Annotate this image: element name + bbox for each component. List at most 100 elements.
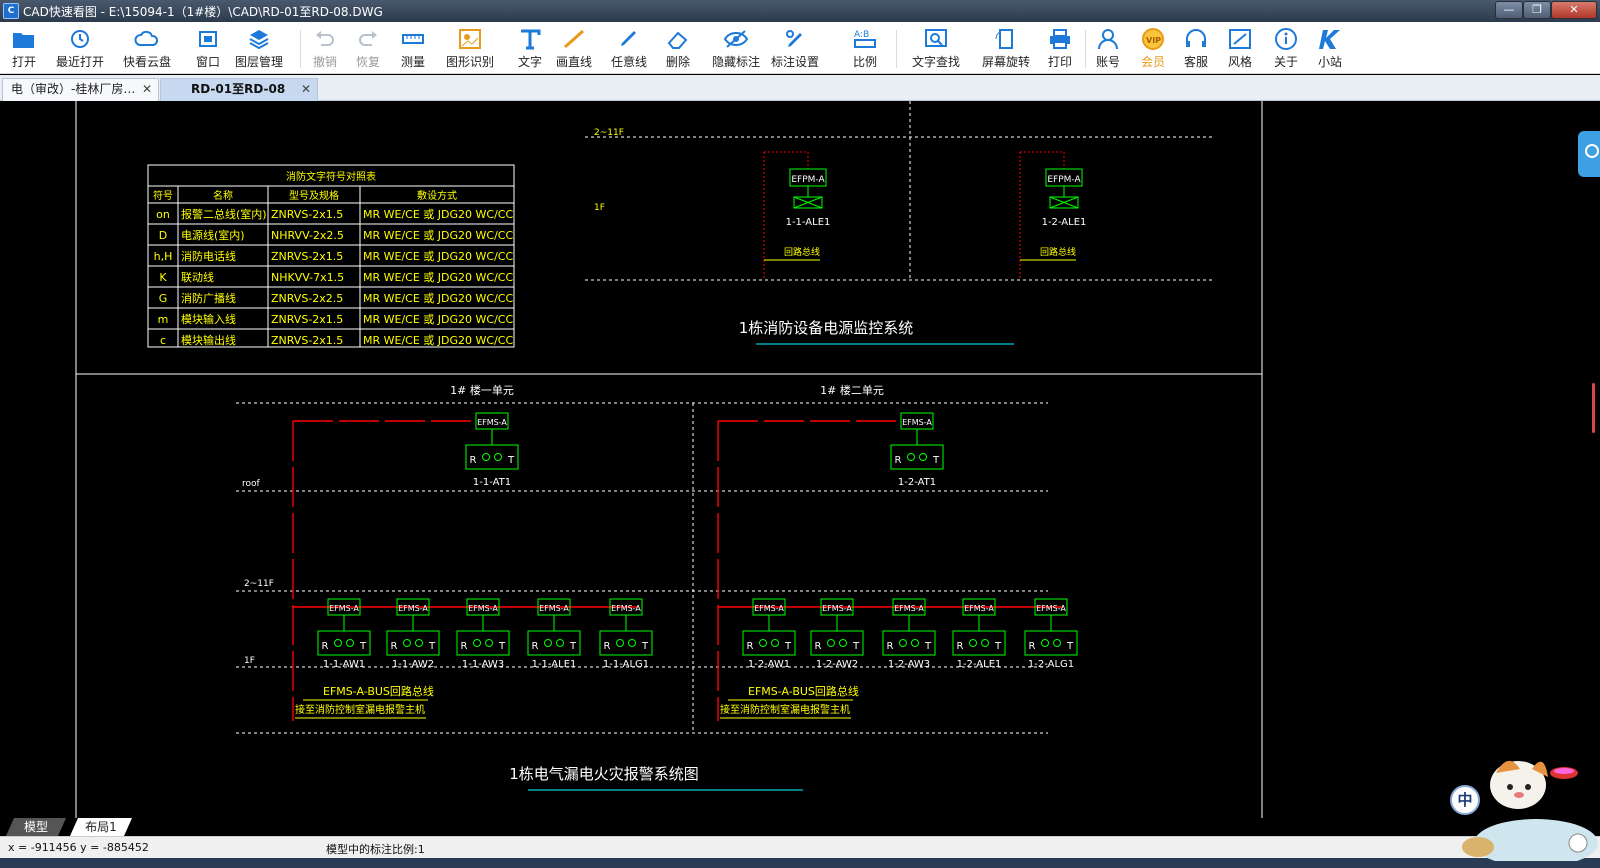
- close-icon[interactable]: ✕: [142, 79, 152, 100]
- rotate-screen-button[interactable]: 屏幕旋转: [974, 24, 1038, 72]
- terminal-circle: [485, 639, 493, 647]
- toolbar-label: 图形识别: [445, 55, 494, 69]
- app-window: C CAD快速看图 - E:\15094-1（1#楼）\CAD\RD-01至RD…: [0, 0, 1600, 868]
- leakage-alarm-title: 1栋电气漏电火灾报警系统图: [509, 765, 699, 783]
- toolbar-label: 风格: [1227, 55, 1252, 69]
- terminal-circle: [616, 639, 624, 647]
- delete-button[interactable]: 删除: [658, 24, 698, 72]
- floor-label: 2~11F: [594, 128, 624, 138]
- rotate-screen-icon: [993, 27, 1019, 51]
- side-search-icon[interactable]: [1578, 131, 1600, 177]
- ratio-icon: A:B: [852, 27, 878, 51]
- taskbar: [0, 858, 1600, 868]
- ruler-icon: [400, 27, 426, 51]
- status-bar: x = -911456 y = -885452 模型中的标注比例:1: [0, 836, 1600, 858]
- text-search-button[interactable]: 文字查找: [904, 24, 968, 72]
- terminal-circle: [403, 639, 411, 647]
- bus-note: 接至消防控制室漏电报警主机: [720, 703, 850, 716]
- title-bar: C CAD快速看图 - E:\15094-1（1#楼）\CAD\RD-01至RD…: [0, 0, 1600, 22]
- terminal-circle: [415, 639, 423, 647]
- open-button[interactable]: 打开: [4, 24, 44, 72]
- tab-document-1[interactable]: 电（审改）-桂林厂房… ✕: [2, 78, 159, 101]
- table-cell: on: [156, 208, 170, 221]
- tab-document-2[interactable]: RD-01至RD-08 ✕: [160, 78, 318, 101]
- terminal-circle: [827, 639, 835, 647]
- style-button[interactable]: 风格: [1220, 24, 1260, 72]
- info-icon: [1273, 27, 1299, 51]
- window-button[interactable]: 窗口: [190, 24, 226, 72]
- toolbar-label: 小站: [1317, 55, 1342, 69]
- terminal-t: T: [569, 641, 577, 652]
- freehand-button[interactable]: 任意线: [604, 24, 654, 72]
- ime-indicator[interactable]: 中: [1450, 785, 1480, 815]
- annotation-settings-button[interactable]: 标注设置: [765, 24, 825, 72]
- undo-icon: [312, 27, 338, 51]
- table-header: 名称: [213, 189, 233, 202]
- toolbar-separator: [1085, 30, 1086, 68]
- hide-annotations-button[interactable]: 隐藏标注: [706, 24, 766, 72]
- zoom-slider[interactable]: [1592, 383, 1595, 433]
- line-button[interactable]: 画直线: [548, 24, 600, 72]
- minimize-button[interactable]: —: [1495, 1, 1523, 19]
- mascot-widget[interactable]: 中: [1448, 755, 1598, 867]
- pen-icon: [616, 27, 642, 51]
- support-button[interactable]: 客服: [1176, 24, 1216, 72]
- terminal-r: R: [815, 641, 822, 652]
- text-button[interactable]: 文字: [508, 24, 552, 72]
- shape-recognize-button[interactable]: 图形识别: [438, 24, 502, 72]
- terminal-circle: [556, 639, 564, 647]
- device-label: 1-2-ALE1: [957, 659, 1002, 670]
- toolbar-label: 文字: [517, 55, 542, 69]
- terminal-circle: [1041, 639, 1049, 647]
- terminal-circle: [494, 453, 502, 461]
- site-button[interactable]: 小站: [1310, 24, 1350, 72]
- table-cell: MR WE/CE 或 JDG20 WC/CC: [363, 334, 513, 347]
- print-button[interactable]: 打印: [1036, 24, 1084, 72]
- svg-text:VIP: VIP: [1146, 36, 1161, 45]
- terminal-t: T: [924, 641, 932, 652]
- toolbar-label: 窗口: [195, 55, 220, 69]
- table-cell: ZNRVS-2x1.5: [271, 334, 343, 347]
- toolbar-label: 账号: [1095, 55, 1120, 69]
- terminal-r: R: [470, 455, 477, 466]
- measure-button[interactable]: 测量: [393, 24, 433, 72]
- account-button[interactable]: 账号: [1088, 24, 1128, 72]
- layers-button[interactable]: 图层管理: [228, 24, 290, 72]
- bus-label: 回路总线: [1040, 246, 1076, 258]
- toolbar-label: 屏幕旋转: [981, 55, 1030, 69]
- terminal-circle: [919, 453, 927, 461]
- module-label: EFPM-A: [791, 175, 825, 185]
- module-label: EFMS-A: [1036, 604, 1066, 613]
- terminal-circle: [907, 453, 915, 461]
- tab-model[interactable]: 模型: [6, 818, 66, 836]
- style-icon: [1227, 27, 1253, 51]
- bus-label: EFMS-A-BUS回路总线: [323, 684, 434, 698]
- table-title: 消防文字符号对照表: [286, 170, 376, 183]
- recent-button[interactable]: 最近打开: [50, 24, 110, 72]
- eraser-icon: [665, 27, 691, 51]
- toolbar-label: 比例: [852, 55, 877, 69]
- scale-button[interactable]: A:B 比例: [845, 24, 885, 72]
- terminal-t: T: [852, 641, 860, 652]
- toolbar-label: 会员: [1140, 55, 1165, 69]
- bus-label: EFMS-A-BUS回路总线: [748, 684, 859, 698]
- redo-button[interactable]: 恢复: [348, 24, 388, 72]
- toolbar-label: 关于: [1273, 55, 1298, 69]
- terminal-t: T: [641, 641, 649, 652]
- vip-button[interactable]: VIP 会员: [1133, 24, 1173, 72]
- tab-layout1[interactable]: 布局1: [70, 818, 132, 836]
- floor-label: 1F: [244, 656, 255, 666]
- drawing-canvas[interactable]: 消防文字符号对照表 符号 名称 型号及规格 敷设方式 on 报警二总线(室内) ZNRVS-2…: [0, 101, 1600, 818]
- settings-pen-icon: [782, 27, 808, 51]
- maximize-button[interactable]: ❐: [1523, 1, 1551, 19]
- terminal-r: R: [747, 641, 754, 652]
- undo-button[interactable]: 撤销: [305, 24, 345, 72]
- document-tabs: 电（审改）-桂林厂房… ✕ RD-01至RD-08 ✕: [0, 75, 1600, 101]
- about-button[interactable]: 关于: [1266, 24, 1306, 72]
- shape-recognize-icon: [457, 27, 483, 51]
- close-button[interactable]: ✕: [1551, 1, 1597, 19]
- close-icon[interactable]: ✕: [301, 79, 311, 100]
- terminal-r: R: [887, 641, 894, 652]
- cloud-button[interactable]: 快看云盘: [117, 24, 177, 72]
- power-monitor-title: 1栋消防设备电源监控系统: [739, 319, 914, 337]
